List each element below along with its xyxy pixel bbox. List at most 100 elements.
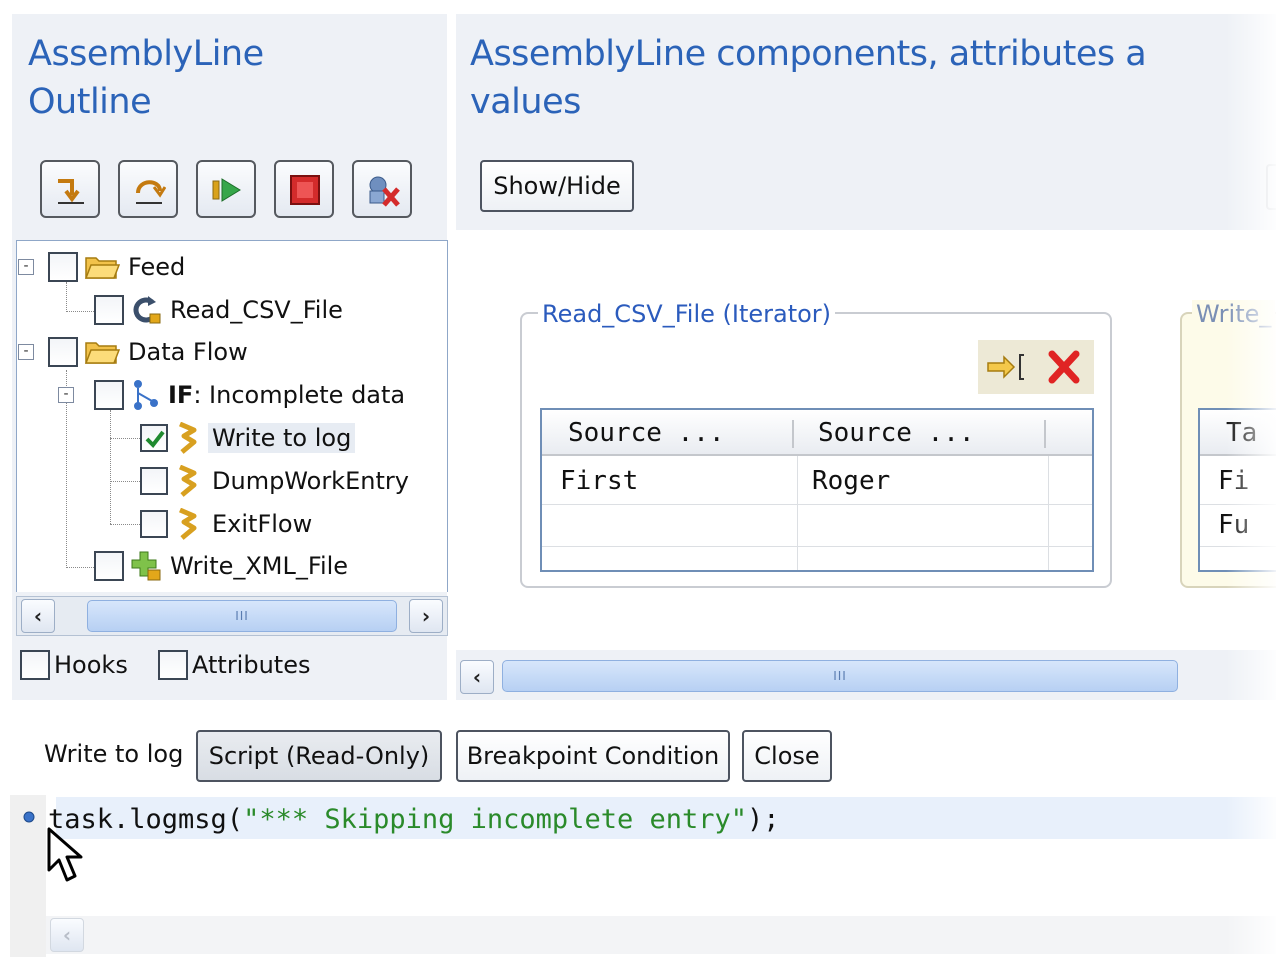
collapse-feed-toggle[interactable]: -	[18, 259, 34, 275]
show-hide-button[interactable]: Show/Hide	[480, 160, 634, 212]
outline-title-line2: Outline	[28, 82, 152, 122]
tree-item-dumpworkentry[interactable]: DumpWorkEntry	[140, 463, 409, 499]
breakpoint-marker-icon[interactable]	[22, 810, 36, 824]
tree-item-label: Write_XML_File	[170, 552, 349, 580]
step-over-button[interactable]	[118, 160, 178, 218]
scroll-thumb[interactable]: III	[87, 600, 397, 632]
if-checkbox[interactable]	[94, 380, 124, 410]
tree-item-label: Write to log	[208, 423, 356, 453]
script-read-only-button[interactable]: Script (Read-Only)	[196, 730, 442, 782]
folder-icon	[84, 257, 120, 279]
attributes-checkbox[interactable]	[158, 650, 188, 680]
outline-title-line1: AssemblyLine	[28, 34, 264, 74]
step-into-icon	[58, 179, 84, 204]
data-flow-checkbox[interactable]	[48, 337, 78, 367]
tree-item-write-xml-file[interactable]: Write_XML_File	[94, 548, 348, 584]
column-divider	[797, 456, 798, 570]
feed-checkbox[interactable]	[48, 252, 78, 282]
tree-item-write-to-log[interactable]: Write to log	[140, 420, 356, 456]
branch-icon	[134, 380, 158, 410]
attributes-label: Attributes	[192, 651, 311, 679]
hooks-label: Hooks	[54, 651, 128, 679]
edge-fade	[1226, 0, 1276, 957]
run-button[interactable]	[196, 160, 256, 218]
tree-line	[110, 410, 111, 524]
iterator-icon	[133, 296, 161, 324]
stop-button[interactable]	[274, 160, 334, 218]
disconnect-icon	[369, 176, 400, 207]
close-button[interactable]: Close	[742, 730, 832, 782]
code-string: "*** Skipping incomplete entry"	[243, 804, 747, 835]
tree-item-label: Data Flow	[128, 338, 248, 366]
collapse-if-toggle[interactable]: -	[58, 387, 74, 403]
scroll-right-button[interactable]: ›	[409, 599, 443, 633]
read-csv-file-checkbox[interactable]	[94, 295, 124, 325]
disconnect-button[interactable]	[352, 160, 412, 218]
step-into-button[interactable]	[40, 160, 100, 218]
hooks-checkbox[interactable]	[20, 650, 50, 680]
tree-item-feed[interactable]: Feed	[48, 249, 185, 285]
script-icon	[179, 422, 197, 454]
breakpoint-condition-label: Breakpoint Condition	[466, 742, 720, 770]
table-cell[interactable]: First	[560, 466, 638, 496]
tree-item-exitflow[interactable]: ExitFlow	[140, 506, 312, 542]
components-title-line1: AssemblyLine components, attributes a	[470, 34, 1147, 74]
scroll-left-button[interactable]: ‹	[21, 599, 55, 633]
canvas-horizontal-scrollbar[interactable]: ‹ III	[458, 656, 1276, 696]
folder-icon	[84, 342, 120, 364]
row-divider	[542, 546, 1092, 547]
tree-item-read-csv-file[interactable]: Read_CSV_File	[94, 292, 343, 328]
outline-title: AssemblyLine Outline	[28, 30, 264, 126]
tree-line	[110, 524, 140, 525]
components-title-line2: values	[470, 82, 581, 122]
column-divider	[792, 420, 794, 448]
column-header[interactable]: Source ...	[568, 418, 725, 448]
exitflow-checkbox[interactable]	[140, 510, 168, 538]
tree-line	[66, 282, 67, 312]
read-csv-file-title: Read_CSV_File (Iterator)	[538, 300, 836, 328]
tree-item-label: : Incomplete data	[193, 381, 406, 409]
hooks-option[interactable]: Hooks	[20, 650, 128, 680]
scroll-left-button[interactable]: ‹	[460, 660, 494, 694]
code-terminator: );	[747, 804, 780, 835]
close-label: Close	[754, 742, 820, 770]
write-to-log-checkbox[interactable]	[140, 424, 168, 452]
tree-item-data-flow[interactable]: Data Flow	[48, 334, 248, 370]
outline-horizontal-scrollbar[interactable]: ‹ III ›	[16, 596, 448, 636]
column-divider	[1048, 456, 1049, 570]
delete-icon[interactable]	[1046, 350, 1082, 384]
breakpoint-condition-button[interactable]: Breakpoint Condition	[456, 730, 730, 782]
scroll-thumb[interactable]: III	[502, 660, 1178, 692]
collapse-data-flow-toggle[interactable]: -	[18, 344, 34, 360]
read-csv-attribute-table: Source ... Source ... First Roger	[540, 408, 1094, 572]
row-divider	[542, 504, 1092, 505]
scroll-thumb-grip: III	[833, 669, 847, 683]
table-cell[interactable]: Roger	[812, 466, 890, 496]
attributes-option[interactable]: Attributes	[158, 650, 310, 680]
script-read-only-label: Script (Read-Only)	[208, 742, 430, 770]
selected-component-label: Write to log	[44, 740, 184, 768]
script-icon	[179, 508, 197, 540]
tree-item-label: ExitFlow	[212, 510, 313, 538]
dumpworkentry-checkbox[interactable]	[140, 467, 168, 495]
editor-horizontal-scrollbar[interactable]: ‹	[46, 916, 1276, 954]
run-icon	[212, 178, 241, 202]
tree-line	[110, 481, 140, 482]
scroll-left-button[interactable]: ‹	[50, 918, 84, 952]
check-icon	[145, 430, 165, 449]
tree-item-label: DumpWorkEntry	[212, 467, 409, 495]
code-line: task.logmsg("*** Skipping incomplete ent…	[48, 804, 780, 835]
column-header[interactable]: Source ...	[818, 418, 975, 448]
tree-item-label: Read_CSV_File	[170, 296, 343, 324]
stop-icon	[290, 175, 320, 205]
mouse-cursor-icon	[47, 827, 83, 882]
if-keyword: IF	[168, 381, 194, 409]
scroll-thumb-grip: III	[235, 609, 249, 623]
link-attribute-icon[interactable]	[986, 350, 1030, 384]
tree-item-label: Feed	[128, 253, 186, 281]
tree-item-if-incomplete-data[interactable]: IF: Incomplete data	[94, 377, 405, 413]
add-connector-icon	[131, 551, 161, 581]
tree-line	[66, 311, 94, 312]
write-xml-file-checkbox[interactable]	[94, 551, 124, 581]
show-hide-label: Show/Hide	[493, 172, 621, 200]
